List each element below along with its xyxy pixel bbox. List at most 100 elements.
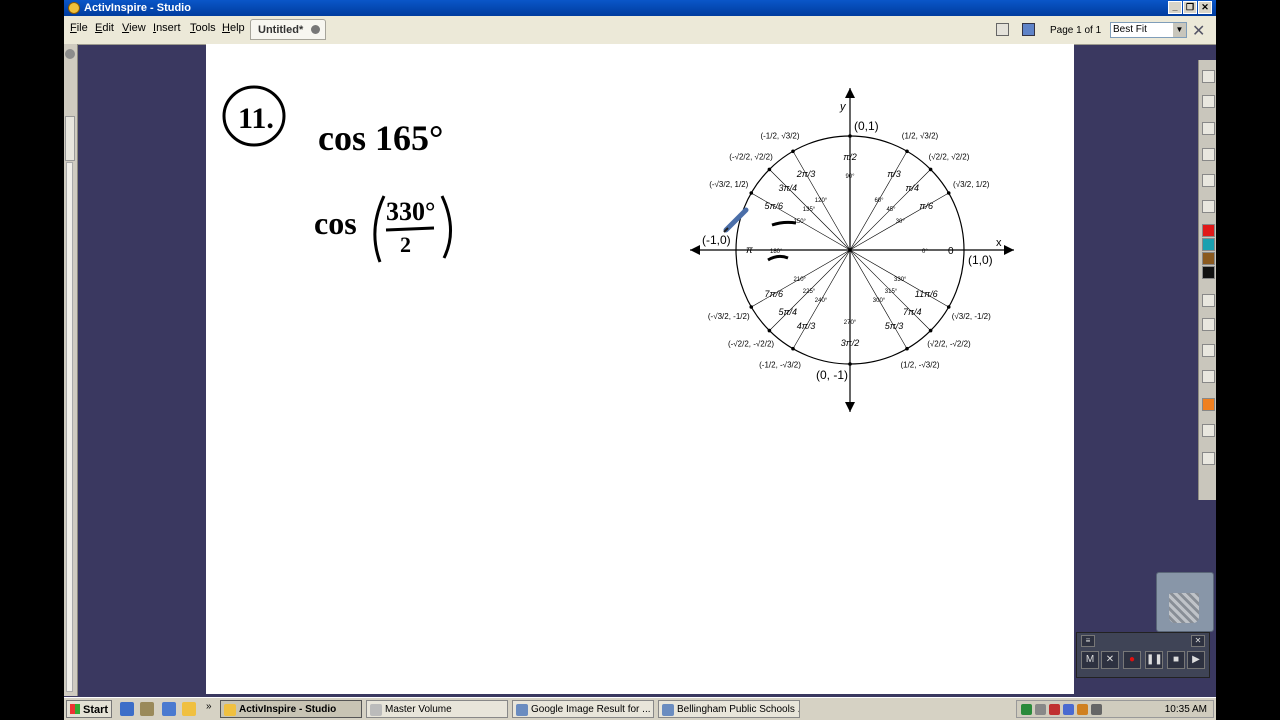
taskbar: Start » ActivInspire - Studio Master Vol… — [64, 697, 1216, 720]
x-axis-right-arrow-icon — [1004, 245, 1014, 255]
tray-network-icon[interactable] — [1021, 704, 1032, 715]
stop-button[interactable]: ■ — [1167, 651, 1185, 669]
trash-bin[interactable] — [1156, 572, 1214, 632]
rad-label-30: π/6 — [919, 201, 933, 211]
color-red-swatch[interactable] — [1202, 224, 1215, 237]
redo-tool-icon[interactable] — [1202, 398, 1215, 411]
left-dock — [64, 44, 78, 696]
tab-close-icon[interactable] — [311, 25, 320, 34]
pen-tool-icon[interactable] — [1202, 95, 1215, 108]
close-button[interactable]: ✕ — [1198, 1, 1212, 14]
zoom-value: Best Fit — [1113, 24, 1147, 35]
play-button[interactable]: ▶ — [1187, 651, 1205, 669]
task-label: Master Volume — [385, 704, 452, 715]
rad-0: 0 — [948, 246, 954, 257]
toolbox-grip-icon[interactable] — [1202, 70, 1215, 83]
menu-help[interactable]: Help — [222, 22, 245, 34]
zoom-select[interactable]: Best Fit ▼ — [1110, 22, 1187, 38]
text-tool-icon[interactable] — [1202, 344, 1215, 357]
dock-scroll-up[interactable] — [65, 116, 75, 161]
task-label: Bellingham Public Schools ... — [677, 704, 800, 715]
deg-180: 180° — [770, 249, 783, 255]
expression-cos-fn: cos — [314, 205, 357, 241]
problem-number: 11. — [238, 102, 274, 135]
point-dot-225 — [767, 328, 772, 333]
restore-button[interactable]: ❐ — [1183, 1, 1197, 14]
task-master-volume[interactable]: Master Volume — [366, 700, 508, 718]
dock-handle-icon[interactable] — [65, 49, 75, 59]
flipchart-page[interactable]: 11. cos 165° cos 330° 2 (√3/2, 1/2) π/6 30… — [206, 44, 1074, 694]
activinspire-icon — [68, 2, 80, 14]
volume-task-icon — [370, 704, 382, 716]
pen-width-icon[interactable] — [1202, 294, 1215, 307]
pause-button[interactable]: ❚❚ — [1145, 651, 1163, 669]
quicklaunch-activinspire-icon[interactable] — [182, 702, 196, 716]
recorder-menu-icon[interactable]: ≡ — [1081, 635, 1095, 647]
tray-security-icon[interactable] — [1049, 704, 1060, 715]
point-dot-315 — [928, 328, 933, 333]
point-dot-330 — [946, 305, 951, 309]
eraser-tool-icon[interactable] — [1202, 174, 1215, 187]
quicklaunch-ie-icon[interactable] — [120, 702, 134, 716]
rad-label-300: 5π/3 — [885, 321, 904, 331]
color-teal-swatch[interactable] — [1202, 238, 1215, 251]
letterbox-right — [1216, 0, 1280, 720]
point-dot-30 — [946, 191, 951, 195]
menu-tools[interactable]: Tools — [190, 22, 216, 34]
minimize-button[interactable]: _ — [1168, 1, 1182, 14]
select-tool-icon[interactable] — [1202, 122, 1215, 135]
trash-icon — [1169, 593, 1199, 623]
rad-label-225: 5π/4 — [779, 307, 798, 317]
shape-tool-icon[interactable] — [1202, 200, 1215, 213]
left-paren — [373, 195, 386, 263]
quicklaunch-explorer-icon[interactable] — [140, 702, 154, 716]
pen-cursor-icon — [723, 207, 749, 233]
fill-tool-icon[interactable] — [1202, 318, 1215, 331]
rad-label-135: 3π/4 — [779, 183, 798, 193]
menu-bar: File Edit View Insert Tools Help Untitle… — [64, 16, 1216, 45]
recorder-cancel-button[interactable]: ✕ — [1101, 651, 1119, 669]
deg-label-120: 120° — [815, 198, 828, 204]
point-dot-45 — [928, 167, 933, 172]
deg-label-270: 270° — [844, 320, 857, 326]
rad-label-150: 5π/6 — [765, 201, 784, 211]
highlighter-tool-icon[interactable] — [1202, 148, 1215, 161]
page-browser-icon[interactable] — [996, 23, 1009, 36]
dual-user-icon[interactable] — [1022, 23, 1035, 36]
start-button[interactable]: Start — [66, 700, 112, 718]
dock-scrollbar[interactable] — [66, 162, 73, 692]
task-bellingham[interactable]: Bellingham Public Schools ... — [658, 700, 800, 718]
clear-tool-icon[interactable] — [1202, 452, 1215, 465]
tray-misc-icon[interactable] — [1091, 704, 1102, 715]
tab-untitled[interactable]: Untitled* — [250, 19, 326, 40]
right-paren — [440, 195, 453, 259]
ie-task-icon — [516, 704, 528, 716]
undo-tool-icon[interactable] — [1202, 370, 1215, 383]
task-label: ActivInspire - Studio — [239, 704, 337, 715]
coord-label-30: (√3/2, 1/2) — [953, 180, 990, 189]
app-window: ActivInspire - Studio _ ❐ ✕ File Edit Vi… — [64, 0, 1216, 720]
menu-view[interactable]: View — [122, 22, 146, 34]
tray-update-icon[interactable] — [1077, 704, 1088, 715]
color-brown-swatch[interactable] — [1202, 252, 1215, 265]
menu-file[interactable]: File — [70, 22, 88, 34]
screen-recorder-panel: ≡ ✕ M ✕ ● ❚❚ ■ ▶ — [1076, 632, 1210, 678]
quicklaunch-more-icon[interactable]: » — [206, 701, 212, 712]
menu-edit[interactable]: Edit — [95, 22, 114, 34]
coord-label-150: (-√3/2, 1/2) — [709, 180, 748, 189]
fraction-denominator: 2 — [400, 232, 411, 257]
point-dot-300 — [905, 346, 909, 351]
task-google-image[interactable]: Google Image Result for ... — [512, 700, 654, 718]
tray-app-icon[interactable] — [1063, 704, 1074, 715]
task-activinspire[interactable]: ActivInspire - Studio — [220, 700, 362, 718]
quicklaunch-ie2-icon[interactable] — [162, 702, 176, 716]
reset-tool-icon[interactable] — [1202, 424, 1215, 437]
expand-icon[interactable]: ✕ — [1192, 21, 1205, 41]
menu-insert[interactable]: Insert — [153, 22, 181, 34]
tray-volume-icon[interactable] — [1035, 704, 1046, 715]
color-black-swatch[interactable] — [1202, 266, 1215, 279]
recorder-mini-button[interactable]: M — [1081, 651, 1099, 669]
window-title: ActivInspire - Studio — [84, 2, 191, 14]
recorder-close-icon[interactable]: ✕ — [1191, 635, 1205, 647]
record-button[interactable]: ● — [1123, 651, 1141, 669]
